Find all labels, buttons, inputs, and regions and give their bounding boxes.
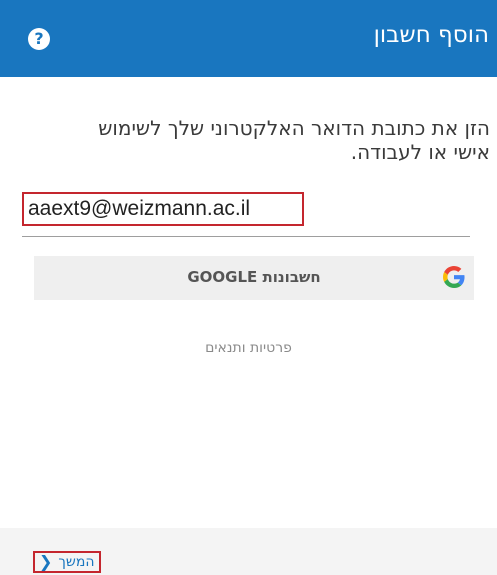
chevron-left-icon: ❯ — [39, 552, 53, 571]
instruction-line-2: אישי או לעבודה. — [350, 140, 490, 164]
instruction-text: הזן את כתובת הדואר האלקטרוני שלך לשימוש … — [20, 116, 490, 164]
privacy-terms-link[interactable]: פרטיות ותנאים — [0, 340, 497, 356]
email-field-container — [22, 192, 470, 237]
instruction-line-1: הזן את כתובת הדואר האלקטרוני שלך לשימוש — [98, 116, 490, 140]
google-logo-icon — [443, 266, 465, 288]
help-icon[interactable]: ? — [28, 28, 50, 50]
next-button-label: המשך — [58, 554, 95, 570]
app-header: ? הוסף חשבון — [0, 0, 497, 77]
email-highlight-box — [22, 192, 304, 226]
page-title: הוסף חשבון — [373, 22, 489, 48]
email-input[interactable] — [28, 197, 298, 221]
google-accounts-label: חשבונות GOOGLE — [187, 268, 321, 286]
google-accounts-button[interactable]: חשבונות GOOGLE — [34, 256, 474, 300]
next-button[interactable]: ❯ המשך — [33, 551, 101, 573]
